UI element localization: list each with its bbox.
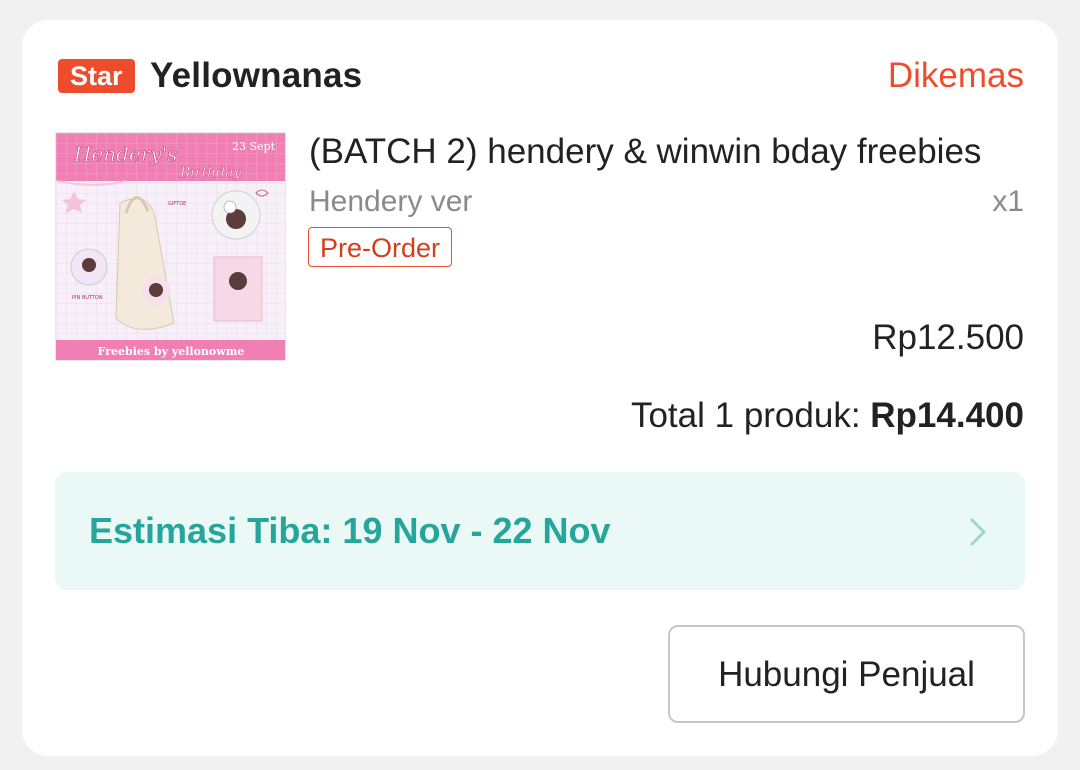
svg-text:GIFTOE: GIFTOE bbox=[168, 201, 186, 207]
product-title[interactable]: (BATCH 2) hendery & winwin bday freebies bbox=[309, 130, 1024, 174]
thumb-footer: Freebies by yellonowme bbox=[98, 345, 245, 358]
product-price: Rp12.500 bbox=[872, 318, 1024, 357]
thumb-date: 23 Sept bbox=[232, 140, 276, 153]
thumb-title-1: Hendery's bbox=[73, 142, 177, 166]
product-thumbnail[interactable]: Hendery's Birthday 23 Sept PIN BUTTON GI… bbox=[55, 132, 286, 361]
chevron-right-icon bbox=[970, 518, 986, 546]
product-variant: Hendery ver bbox=[309, 185, 473, 218]
preorder-tag: Pre-Order bbox=[308, 227, 453, 267]
svg-text:PIN BUTTON: PIN BUTTON bbox=[72, 295, 103, 301]
total-amount: Rp14.400 bbox=[870, 396, 1024, 435]
shop-name[interactable]: Yellownanas bbox=[150, 56, 362, 96]
order-status: Dikemas bbox=[887, 56, 1024, 95]
order-total: Total 1 produk: Rp14.400 bbox=[631, 394, 1024, 438]
delivery-estimate-banner[interactable]: Estimasi Tiba: 19 Nov - 22 Nov bbox=[55, 472, 1025, 590]
contact-seller-button[interactable]: Hubungi Penjual bbox=[668, 625, 1025, 723]
total-label: Total 1 produk: bbox=[630, 396, 871, 435]
delivery-estimate-text: Estimasi Tiba: 19 Nov - 22 Nov bbox=[89, 510, 611, 551]
thumb-title-2: Birthday bbox=[179, 165, 242, 181]
star-seller-badge: Star bbox=[58, 59, 135, 93]
order-card[interactable]: Star Yellownanas Dikemas Hendery's Birth… bbox=[22, 20, 1058, 756]
product-quantity: x1 bbox=[992, 185, 1024, 218]
shop-header[interactable]: Star Yellownanas Dikemas bbox=[58, 56, 1024, 96]
